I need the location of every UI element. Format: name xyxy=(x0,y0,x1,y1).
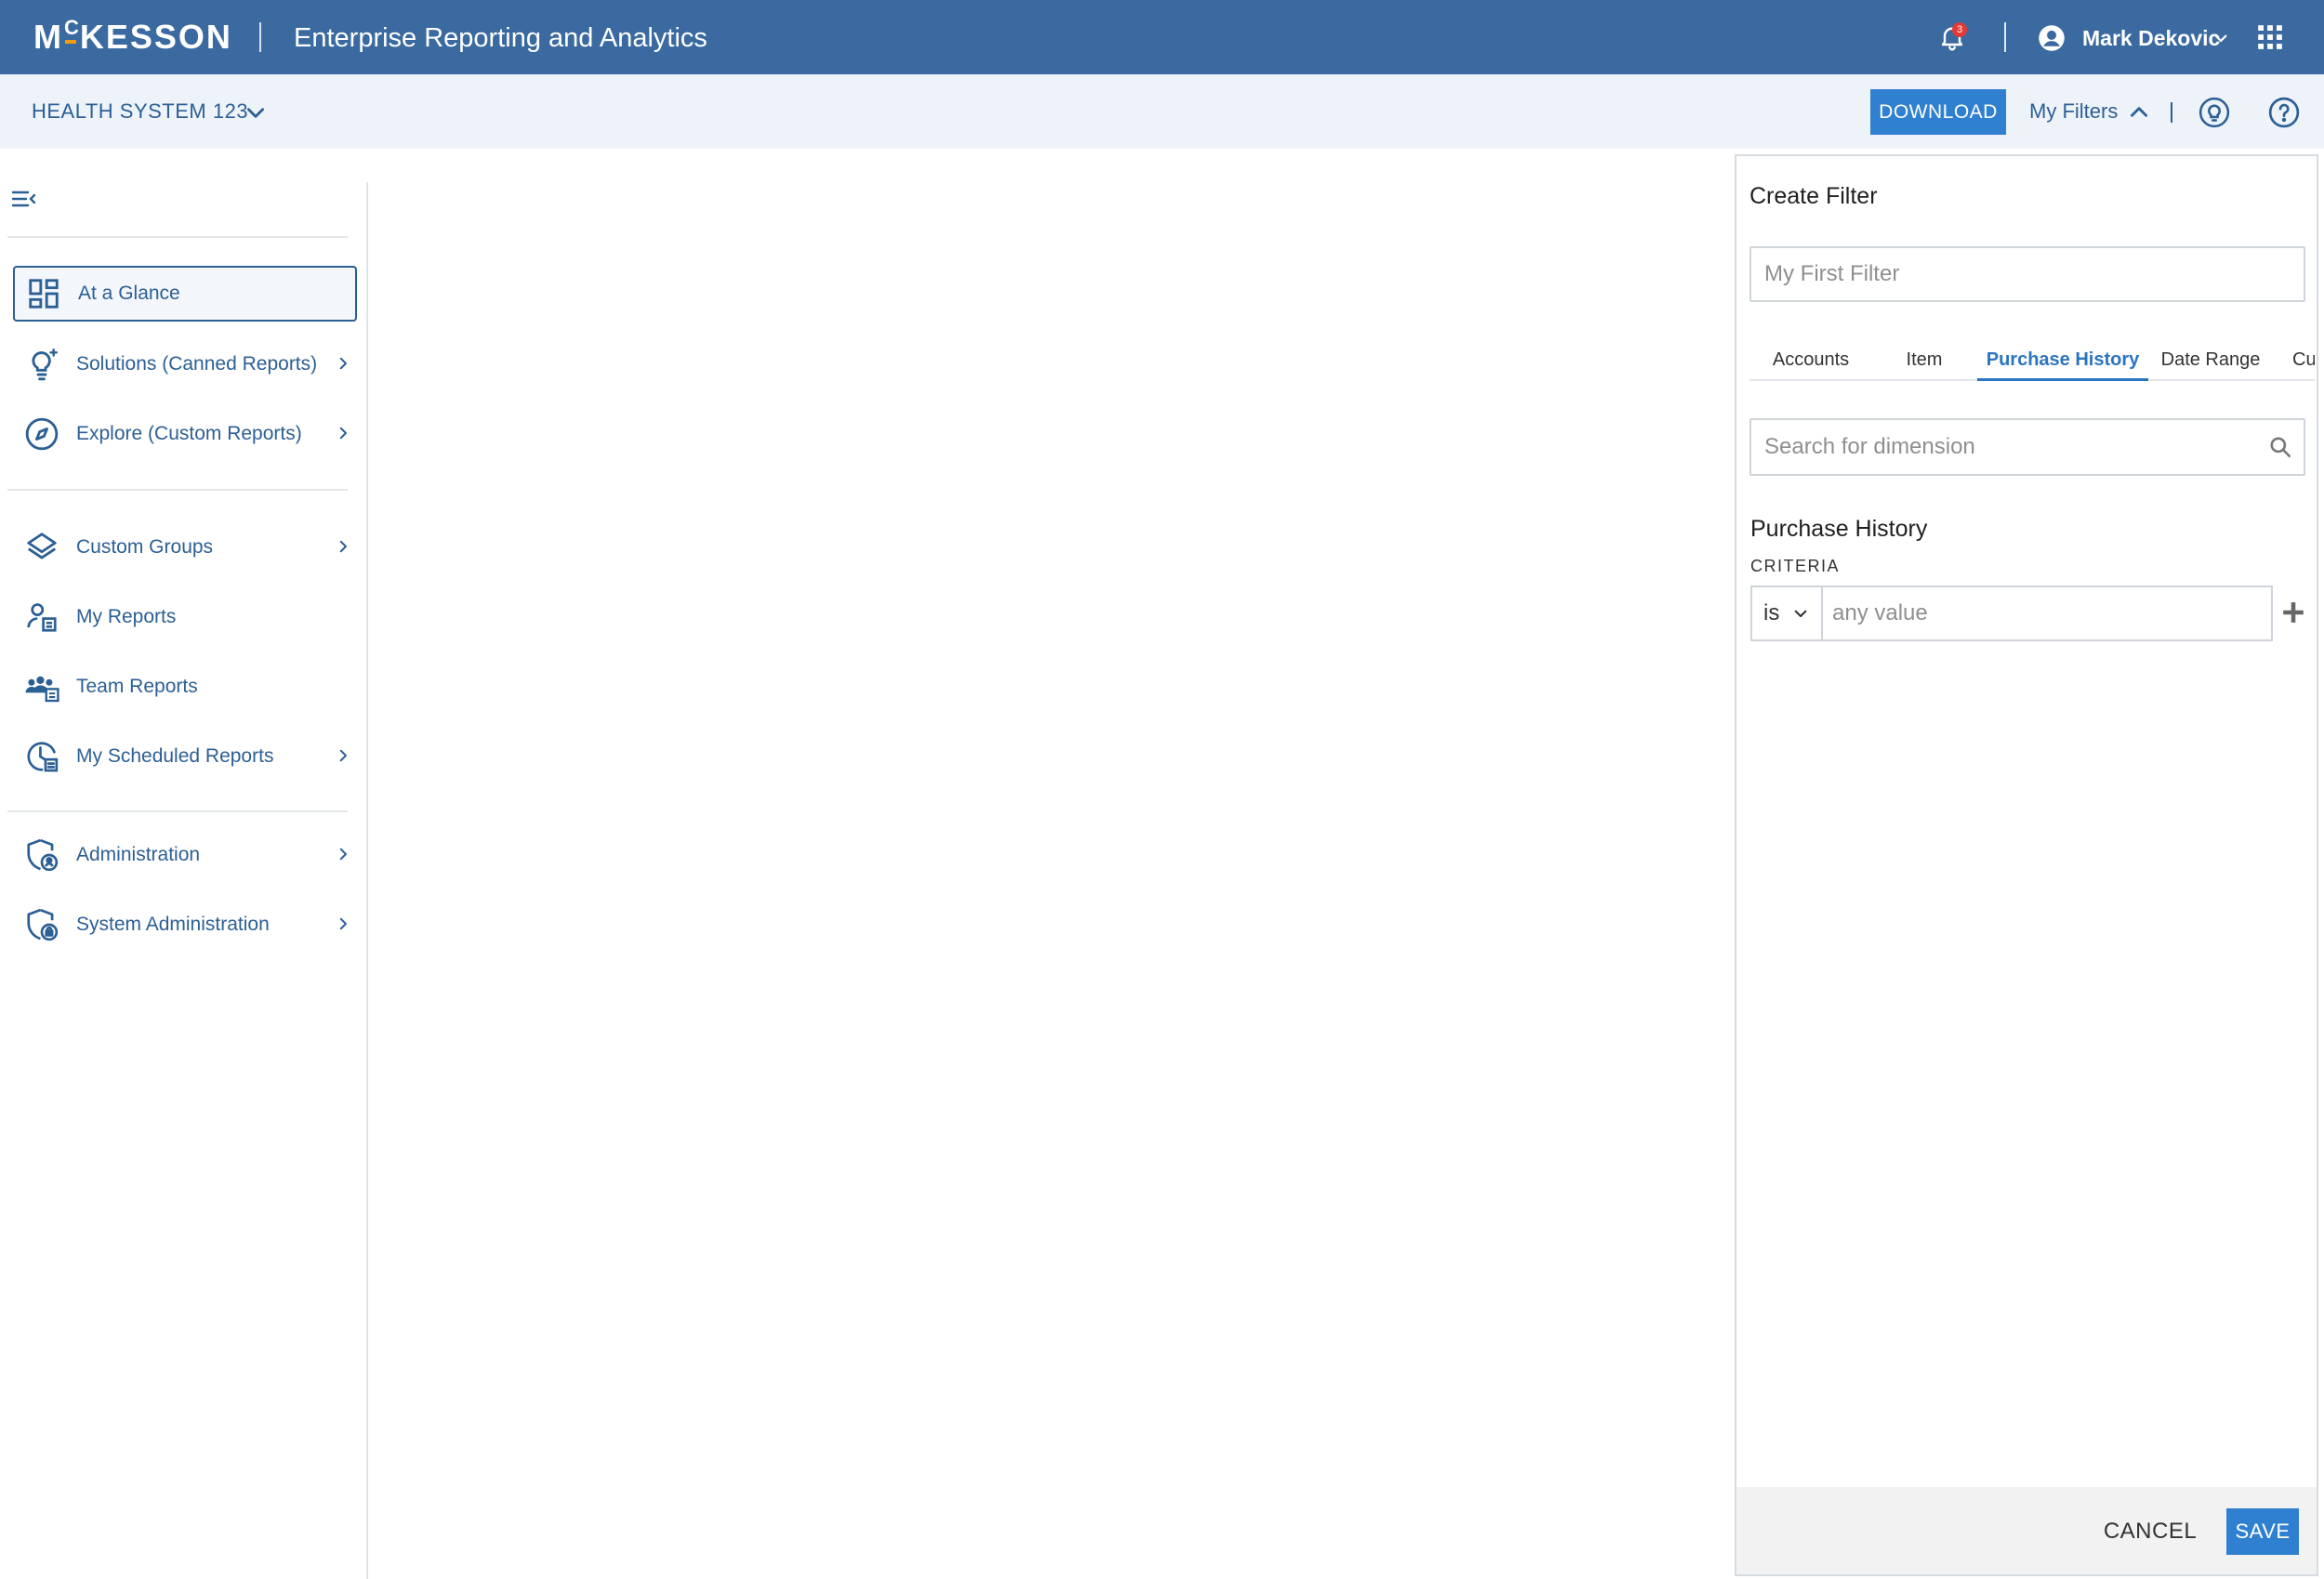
shield-lock-icon xyxy=(24,907,59,942)
chevron-up-icon[interactable] xyxy=(2127,100,2151,125)
sidebar-item-administration[interactable]: Administration xyxy=(13,827,357,883)
plus-icon[interactable] xyxy=(2281,600,2305,625)
chevron-down-icon[interactable] xyxy=(244,100,268,125)
sidebar-item-explore[interactable]: Explore (Custom Reports) xyxy=(13,406,357,462)
chevron-right-icon xyxy=(335,846,351,862)
chevron-down-icon xyxy=(1792,605,1809,622)
criteria-value-input[interactable] xyxy=(1821,586,2273,641)
help-icon[interactable] xyxy=(2268,97,2300,128)
chevron-right-icon xyxy=(335,747,351,764)
section-title: Purchase History xyxy=(1750,516,1928,542)
tab-purchase-history[interactable]: Purchase History xyxy=(1977,346,2148,381)
chevron-right-icon xyxy=(335,425,351,441)
cancel-button[interactable]: CANCEL xyxy=(2090,1508,2211,1555)
search-icon[interactable] xyxy=(2268,435,2292,459)
logo-text-c: C xyxy=(64,16,79,44)
dashboard-icon xyxy=(26,276,61,311)
criteria-label: CRITERIA xyxy=(1750,557,1841,575)
panel-title: Create Filter xyxy=(1750,183,1878,209)
chevron-right-icon xyxy=(335,915,351,932)
chevron-right-icon xyxy=(335,538,351,555)
tab-accounts[interactable]: Accounts xyxy=(1755,346,1867,381)
dimension-search-box xyxy=(1750,418,2305,476)
header-divider xyxy=(259,22,261,52)
criteria-operator-value: is xyxy=(1763,600,1780,625)
lightbulb-icon[interactable] xyxy=(2199,97,2230,128)
sidebar-divider xyxy=(366,182,368,1579)
sidebar-item-label: Team Reports xyxy=(76,676,198,697)
notification-badge: 3 xyxy=(1952,22,1967,37)
dimension-search-input[interactable] xyxy=(1751,420,2253,474)
user-report-icon xyxy=(24,599,59,635)
mckesson-logo[interactable]: M C KESSON xyxy=(33,16,232,58)
download-button[interactable]: DOWNLOAD xyxy=(1870,89,2006,135)
compass-icon xyxy=(24,416,59,452)
layers-icon xyxy=(24,530,59,565)
sidebar-item-custom-groups[interactable]: Custom Groups xyxy=(13,520,357,575)
chevron-down-icon[interactable] xyxy=(2212,30,2229,46)
user-icon[interactable] xyxy=(2038,24,2066,52)
sidebar-item-label: At a Glance xyxy=(78,283,180,304)
sidebar-item-label: Explore (Custom Reports) xyxy=(76,423,302,444)
apps-grid-icon[interactable] xyxy=(2257,24,2283,50)
team-report-icon xyxy=(24,669,59,704)
subheader-divider xyxy=(2171,102,2172,123)
user-name[interactable]: Mark Dekovic xyxy=(2082,24,2220,52)
tab-date-range[interactable]: Date Range xyxy=(2155,346,2266,381)
shield-user-icon xyxy=(24,837,59,873)
logo-text-rest: KESSON xyxy=(79,18,232,56)
sidebar-item-solutions[interactable]: Solutions (Canned Reports) xyxy=(13,336,357,392)
my-filters-toggle[interactable]: My Filters xyxy=(2029,99,2118,125)
criteria-operator-select[interactable]: is xyxy=(1750,586,1823,641)
sidebar-item-label: Administration xyxy=(76,844,201,865)
sidebar-item-label: My Scheduled Reports xyxy=(76,745,274,767)
collapse-menu-icon[interactable] xyxy=(11,188,37,210)
lightbulb-icon xyxy=(24,347,59,382)
save-button[interactable]: SAVE xyxy=(2226,1508,2299,1555)
sidebar-item-my-scheduled-reports[interactable]: My Scheduled Reports xyxy=(13,729,357,784)
sidebar-item-label: System Administration xyxy=(76,914,270,935)
sidebar-item-label: Custom Groups xyxy=(76,536,214,558)
clock-report-icon xyxy=(24,739,59,774)
sidebar-item-system-administration[interactable]: System Administration xyxy=(13,897,357,953)
sidebar-item-my-reports[interactable]: My Reports xyxy=(13,589,357,645)
sidebar-item-label: Solutions (Canned Reports) xyxy=(76,353,318,375)
sidebar-separator xyxy=(7,489,348,491)
sidebar-item-at-a-glance[interactable]: At a Glance xyxy=(13,266,357,322)
app-title: Enterprise Reporting and Analytics xyxy=(294,23,707,53)
filter-name-input[interactable] xyxy=(1750,246,2305,302)
header-divider xyxy=(2004,22,2006,52)
sidebar-item-label: My Reports xyxy=(76,606,177,627)
logo-text-m: M xyxy=(33,18,63,56)
sidebar-separator xyxy=(7,810,348,812)
tab-cu[interactable]: Cu xyxy=(2292,346,2315,381)
sidebar-item-team-reports[interactable]: Team Reports xyxy=(13,659,357,715)
org-selector-label[interactable]: HEALTH SYSTEM 123 xyxy=(32,99,248,125)
tab-item[interactable]: Item xyxy=(1885,346,1963,381)
chevron-right-icon xyxy=(335,355,351,372)
sidebar-separator xyxy=(7,236,348,238)
